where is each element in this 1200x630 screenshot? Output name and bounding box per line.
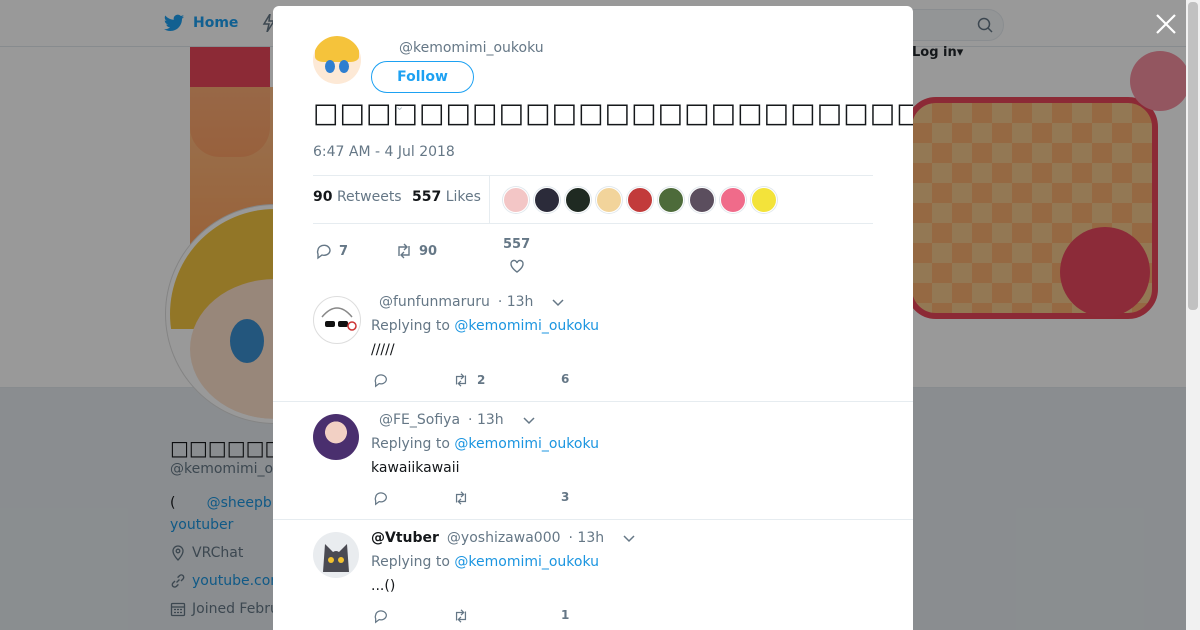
retweet-icon [455,609,467,623]
replying-to-link[interactable]: @kemomimi_oukoku [454,554,599,570]
reply-time[interactable]: · 13h [569,530,605,546]
chevron-down-icon[interactable] [551,295,565,309]
tweet-stats: 90 Retweets 557 Likes [313,175,873,224]
reply-avatar[interactable] [313,296,361,344]
reply-icon [374,492,387,506]
reply-text: ///// [371,342,395,358]
like-button[interactable]: 6 [561,372,569,386]
retweet-button[interactable]: 2 [453,372,485,388]
author-avatar[interactable] [313,36,361,84]
like-button[interactable]: 557 [503,237,530,275]
liker-avatar[interactable] [534,187,560,213]
retweet-button[interactable]: 90 [395,242,437,260]
retweet-button[interactable] [453,608,477,624]
liker-avatars [503,187,777,213]
liker-avatar[interactable] [689,187,715,213]
reply-icon [374,374,387,388]
retweets-stat[interactable]: 90 Retweets [313,189,402,205]
liker-avatar[interactable] [596,187,622,213]
reply-handle[interactable]: @FE_Sofiya [379,412,460,428]
tweet-text: □□□□□□□□□□□□□□□□□□□□□□□□□□□□□□□□□□□□□□□□… [313,98,913,129]
reply-button[interactable] [373,608,397,624]
page-scrollbar[interactable] [1186,0,1200,630]
replying-to-link[interactable]: @kemomimi_oukoku [454,436,599,452]
reply-time[interactable]: · 13h [468,412,504,428]
tweet-actions: 7 90 557 [313,234,713,284]
liker-avatar[interactable] [658,187,684,213]
reply-tweet[interactable]: @FE_Sofiya · 13h Replying to @kemomimi_o… [273,402,913,520]
liker-avatar[interactable] [503,187,529,213]
reply-icon [316,244,331,260]
retweet-icon [455,491,467,505]
liker-avatar[interactable] [565,187,591,213]
tweet-timestamp[interactable]: 6:47 AM - 4 Jul 2018 [313,144,455,160]
close-icon[interactable] [1154,12,1178,36]
retweet-icon [398,243,410,259]
like-button[interactable]: 1 [561,608,569,622]
reply-avatar[interactable] [313,414,359,460]
heart-icon [509,259,524,273]
reply-display-name[interactable]: @Vtuber [371,530,439,546]
reply-button[interactable]: 7 [315,242,348,260]
cat-avatar-icon [323,544,349,572]
sunglasses-avatar-icon [321,307,357,331]
replying-to-link[interactable]: @kemomimi_oukoku [454,318,599,334]
likes-stat[interactable]: 557 Likes [412,189,481,205]
reply-avatar[interactable] [313,532,359,578]
reply-tweet[interactable]: @funfunmaruru · 13h Replying to @kemomim… [273,284,913,402]
tweet-modal: @kemomimi_oukoku Follow ⌄ □□□□□□□□□□□□□□… [273,6,913,630]
like-button[interactable]: 3 [561,490,569,504]
retweet-button[interactable] [453,490,477,506]
login-link[interactable]: Log in▾ [912,45,963,60]
retweet-icon [455,373,467,387]
reply-time[interactable]: · 13h [498,294,534,310]
reply-icon [374,610,387,624]
chevron-down-icon[interactable] [622,531,636,545]
reply-button[interactable] [373,372,397,388]
author-handle[interactable]: @kemomimi_oukoku [399,40,544,56]
reply-handle[interactable]: @funfunmaruru [379,294,490,310]
scrollbar-thumb[interactable] [1188,2,1198,310]
follow-button[interactable]: Follow [371,61,474,93]
liker-avatar[interactable] [720,187,746,213]
liker-avatar[interactable] [751,187,777,213]
reply-text: ...() [371,578,396,594]
reply-handle[interactable]: @yoshizawa000 [447,530,561,546]
reply-button[interactable] [373,490,397,506]
chevron-down-icon[interactable] [522,413,536,427]
reply-tweet[interactable]: @Vtuber @yoshizawa000 · 13h Replying to … [273,520,913,630]
liker-avatar[interactable] [627,187,653,213]
reply-text: kawaiikawaii [371,460,460,476]
